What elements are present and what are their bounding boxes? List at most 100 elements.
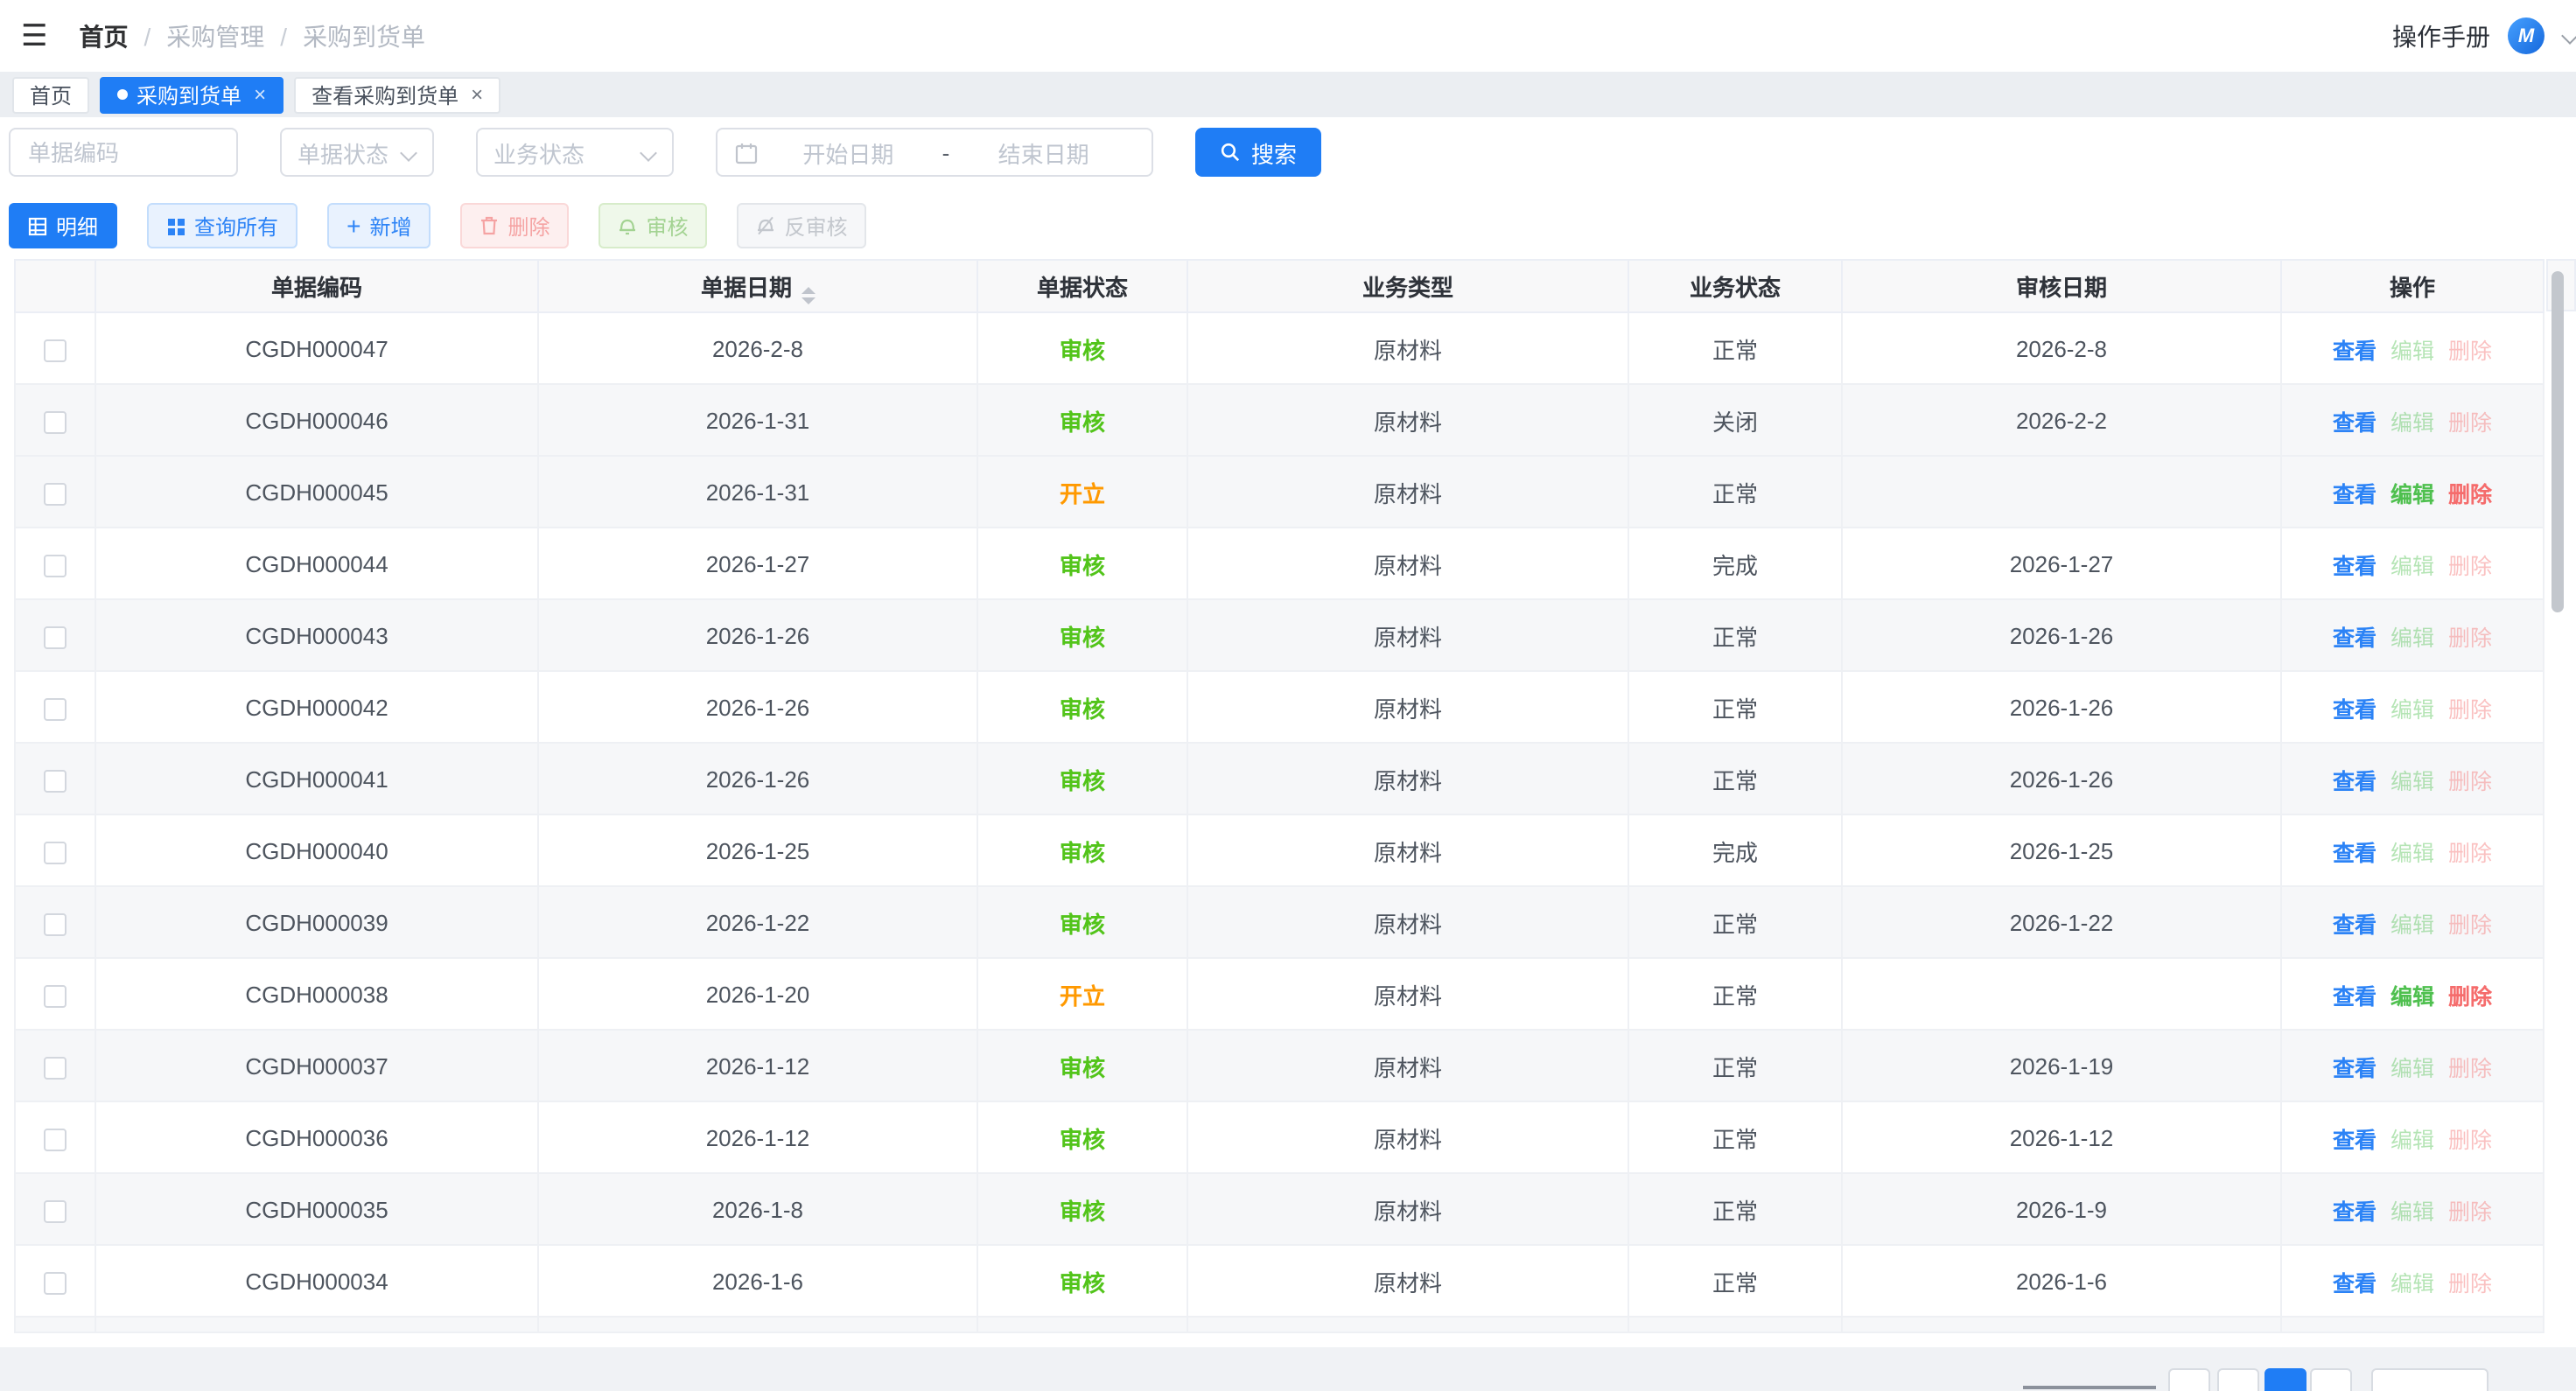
delete-link[interactable]: 删除 (2448, 482, 2492, 507)
row-checkbox[interactable] (44, 482, 66, 505)
cell-code: CGDH000042 (95, 671, 538, 743)
query-all-button[interactable]: 查询所有 (147, 203, 298, 248)
row-checkbox[interactable] (44, 1056, 66, 1079)
row-checkbox[interactable] (44, 410, 66, 433)
edit-link[interactable]: 编辑 (2390, 841, 2434, 865)
tab-view-purchase-arrival[interactable]: 查看采购到货单 × (294, 76, 500, 113)
unaudit-button[interactable]: 反审核 (738, 203, 867, 248)
view-link[interactable]: 查看 (2333, 1056, 2376, 1080)
view-link[interactable]: 查看 (2333, 626, 2376, 650)
view-link[interactable]: 查看 (2333, 1128, 2376, 1152)
cell-status: 审核 (977, 886, 1187, 958)
chevron-down-icon[interactable] (2562, 28, 2576, 44)
cell-biz-type: 原材料 (1187, 528, 1628, 599)
view-link[interactable]: 查看 (2333, 1271, 2376, 1296)
edit-link[interactable]: 编辑 (2390, 697, 2434, 722)
delete-link[interactable]: 删除 (2448, 410, 2492, 435)
view-link[interactable]: 查看 (2333, 339, 2376, 363)
col-header-doc-date[interactable]: 单据日期 (538, 260, 977, 312)
edit-link[interactable]: 编辑 (2390, 410, 2434, 435)
delete-link[interactable]: 删除 (2448, 769, 2492, 793)
edit-link[interactable]: 编辑 (2390, 339, 2434, 363)
breadcrumb-purchase-mgmt[interactable]: 采购管理 (166, 18, 264, 53)
edit-link[interactable]: 编辑 (2390, 912, 2434, 937)
view-link[interactable]: 查看 (2333, 912, 2376, 937)
biz-status-select[interactable]: 业务状态 (476, 128, 674, 177)
delete-link[interactable]: 删除 (2448, 697, 2492, 722)
page-prev-button[interactable] (2168, 1368, 2210, 1391)
edit-link[interactable]: 编辑 (2390, 554, 2434, 578)
delete-link[interactable]: 删除 (2448, 554, 2492, 578)
close-icon[interactable]: × (254, 84, 266, 105)
delete-link[interactable]: 删除 (2448, 912, 2492, 937)
cell-date: 2026-1-6 (538, 1245, 977, 1317)
edit-link[interactable]: 编辑 (2390, 1056, 2434, 1080)
delete-link[interactable]: 删除 (2448, 841, 2492, 865)
delete-link[interactable]: 删除 (2448, 1056, 2492, 1080)
row-checkbox[interactable] (44, 841, 66, 863)
sort-icon[interactable] (801, 286, 815, 304)
row-checkbox[interactable] (44, 697, 66, 720)
manual-link[interactable]: 操作手册 (2392, 18, 2490, 53)
view-link[interactable]: 查看 (2333, 984, 2376, 1009)
cell-biz-status: 正常 (1628, 1030, 1842, 1101)
row-checkbox[interactable] (44, 1199, 66, 1222)
top-bar: ☰ 首页 / 采购管理 / 采购到货单 操作手册 M (0, 0, 2576, 72)
page-button[interactable] (2217, 1368, 2259, 1391)
cell-date: 2026-1-26 (538, 599, 977, 671)
row-checkbox[interactable] (44, 912, 66, 935)
view-link[interactable]: 查看 (2333, 410, 2376, 435)
row-checkbox[interactable] (44, 339, 66, 361)
edit-link[interactable]: 编辑 (2390, 1128, 2434, 1152)
search-button[interactable]: 搜索 (1195, 128, 1321, 177)
delete-link[interactable]: 删除 (2448, 984, 2492, 1009)
delete-link[interactable]: 删除 (2448, 1199, 2492, 1224)
add-button[interactable]: + 新增 (327, 203, 430, 248)
breadcrumb: 首页 / 采购管理 / 采购到货单 (80, 18, 426, 53)
tab-purchase-arrival[interactable]: 采购到货单 × (100, 76, 284, 113)
row-checkbox[interactable] (44, 769, 66, 792)
breadcrumb-home[interactable]: 首页 (80, 18, 129, 53)
edit-link[interactable]: 编辑 (2390, 482, 2434, 507)
cell-status: 审核 (977, 384, 1187, 456)
row-checkbox[interactable] (44, 1128, 66, 1150)
doc-code-input[interactable] (9, 128, 238, 177)
date-range-picker[interactable]: 开始日期 - 结束日期 (716, 128, 1153, 177)
cell-code: CGDH000039 (95, 886, 538, 958)
detail-button[interactable]: 明细 (9, 203, 117, 248)
edit-link[interactable]: 编辑 (2390, 1271, 2434, 1296)
view-link[interactable]: 查看 (2333, 841, 2376, 865)
col-header-doc-code: 单据编码 (95, 260, 538, 312)
row-checkbox[interactable] (44, 554, 66, 577)
row-checkbox[interactable] (44, 984, 66, 1007)
vertical-scrollbar[interactable] (2552, 271, 2564, 612)
page-button-active[interactable] (2264, 1368, 2306, 1391)
row-checkbox[interactable] (44, 626, 66, 648)
menu-toggle-icon[interactable]: ☰ (21, 21, 48, 51)
page-next-button[interactable] (2310, 1368, 2352, 1391)
delete-link[interactable]: 删除 (2448, 626, 2492, 650)
edit-link[interactable]: 编辑 (2390, 984, 2434, 1009)
edit-link[interactable]: 编辑 (2390, 769, 2434, 793)
table-row: CGDH000037 2026-1-12 审核 原材料 正常 2026-1-19… (15, 1030, 2544, 1101)
delete-link[interactable]: 删除 (2448, 1271, 2492, 1296)
audit-button[interactable]: 审核 (599, 203, 708, 248)
row-checkbox[interactable] (44, 1271, 66, 1294)
view-link[interactable]: 查看 (2333, 1199, 2376, 1224)
delete-link[interactable]: 删除 (2448, 339, 2492, 363)
view-link[interactable]: 查看 (2333, 482, 2376, 507)
close-icon[interactable]: × (471, 84, 483, 105)
user-avatar[interactable]: M (2508, 17, 2544, 54)
page-size-select[interactable] (2371, 1368, 2488, 1391)
doc-status-select[interactable]: 单据状态 (280, 128, 434, 177)
checkbox-cell (15, 312, 95, 384)
edit-link[interactable]: 编辑 (2390, 1199, 2434, 1224)
view-link[interactable]: 查看 (2333, 554, 2376, 578)
tab-home[interactable]: 首页 (12, 76, 89, 113)
edit-link[interactable]: 编辑 (2390, 626, 2434, 650)
view-link[interactable]: 查看 (2333, 769, 2376, 793)
delete-link[interactable]: 删除 (2448, 1128, 2492, 1152)
start-date-placeholder: 开始日期 (758, 136, 939, 169)
view-link[interactable]: 查看 (2333, 697, 2376, 722)
delete-button[interactable]: 删除 (460, 203, 569, 248)
